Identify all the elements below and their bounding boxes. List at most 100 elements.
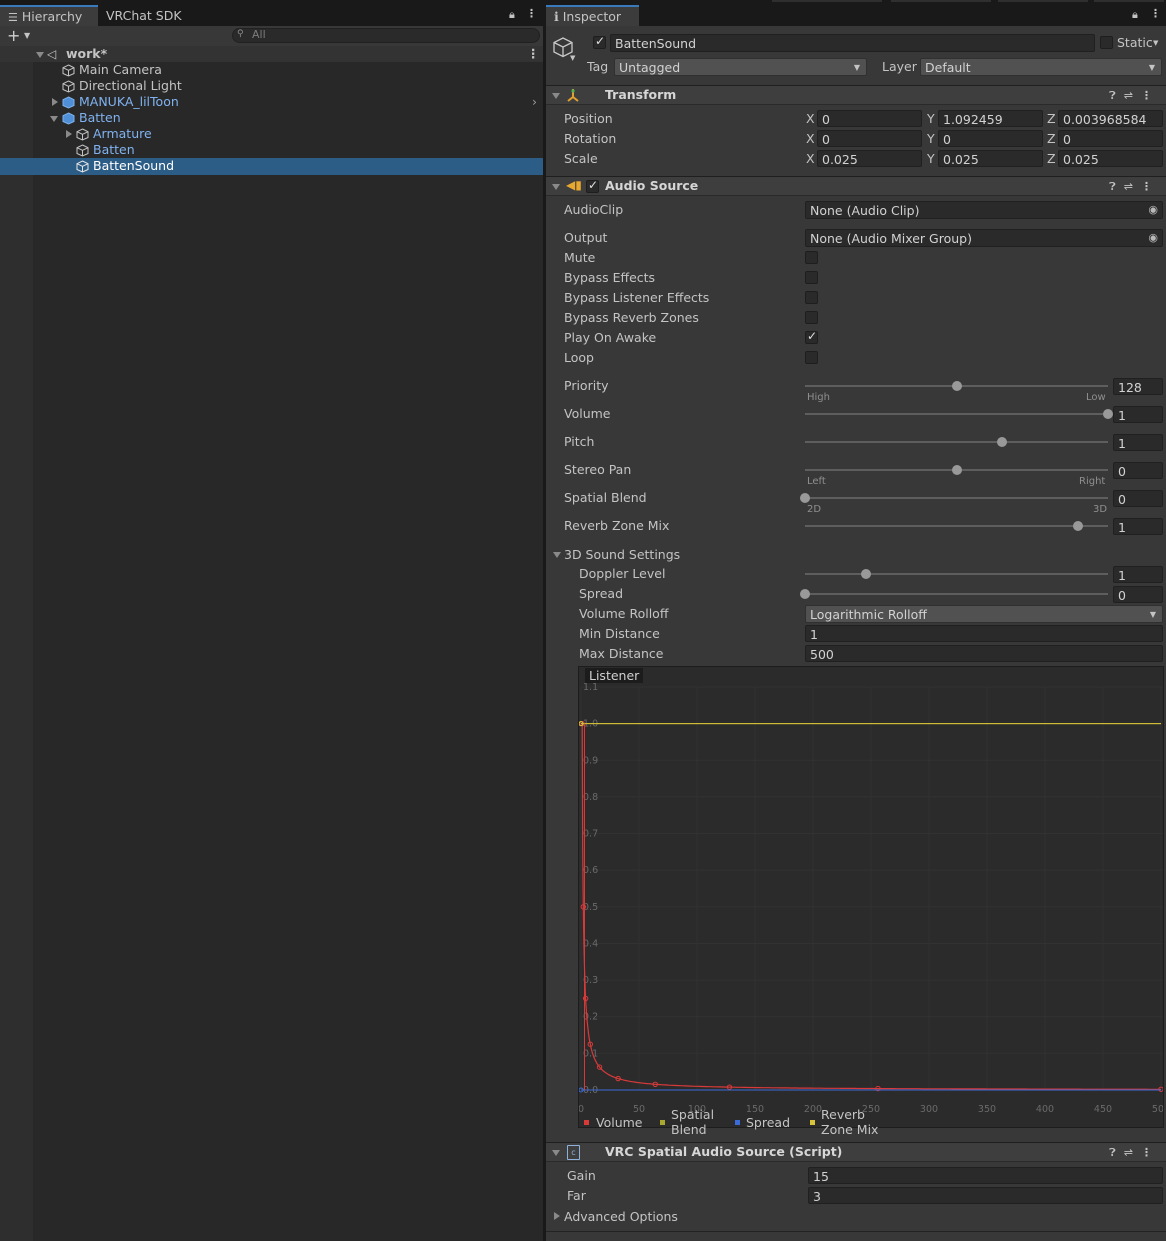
axis-z: Z [1047,131,1056,146]
foldout-icon[interactable] [553,552,561,558]
reverb-zone-mix-slider-thumb[interactable] [1072,521,1083,531]
spread-slider-thumb[interactable] [800,589,810,599]
priority-field[interactable]: 128 [1113,378,1163,395]
bypass-reverb-checkbox[interactable] [805,311,818,324]
reverb-zone-mix-field[interactable]: 1 [1113,518,1163,535]
volume-slider-thumb[interactable] [1103,409,1113,419]
foldout-icon[interactable] [66,130,72,138]
tab-inspector[interactable]: ℹ Inspector [546,5,639,26]
sound3d-foldout[interactable]: 3D Sound Settings [550,546,850,563]
vrc-spatial-header[interactable]: c VRC Spatial Audio Source (Script) ❓︎⇌⋮ [546,1142,1166,1162]
hierarchy-item-battensound[interactable]: BattenSound [0,158,543,175]
reverb-zone-mix-slider-track[interactable] [805,525,1108,527]
hierarchy-item-manuka[interactable]: MANUKA_lilToon › [0,94,543,110]
min-distance-field[interactable]: 1 [805,625,1163,642]
rotation-z-field[interactable]: 0 [1058,130,1163,147]
priority-slider-thumb[interactable] [951,381,962,391]
position-y-field[interactable]: 1.092459 [938,110,1043,127]
add-dropdown-icon[interactable]: ▼ [24,31,30,40]
spatial-blend-slider-thumb[interactable] [800,493,810,503]
hierarchy-item-directional-light[interactable]: Directional Light [0,78,543,94]
gain-field[interactable]: 15 [808,1167,1163,1184]
play-on-awake-checkbox[interactable] [805,329,818,344]
rolloff-dropdown[interactable]: Logarithmic Rolloff ▼ [805,605,1163,623]
output-field[interactable]: None (Audio Mixer Group) ◉ [805,229,1163,247]
lock-icon[interactable]: 🔒︎ [509,8,515,22]
item-label: Armature [93,126,152,141]
hierarchy-item-main-camera[interactable]: Main Camera [0,62,543,78]
loop-checkbox[interactable] [805,351,818,364]
scale-x-field[interactable]: 0.025 [817,150,922,167]
hierarchy-item-batten-prefab[interactable]: Batten [0,110,543,126]
foldout-icon[interactable] [554,1212,560,1220]
spread-slider-track[interactable] [805,593,1108,595]
object-name-field[interactable]: BattenSound [610,34,1095,52]
doppler-slider-track[interactable] [805,573,1108,575]
hierarchy-item-batten-child[interactable]: Batten [0,142,543,158]
foldout-icon[interactable] [552,93,560,99]
foldout-icon[interactable] [552,1150,560,1156]
spatial-blend-field[interactable]: 0 [1113,490,1163,507]
add-icon[interactable]: + [7,26,20,45]
bypass-listener-checkbox[interactable] [805,291,818,304]
far-field[interactable]: 3 [808,1187,1163,1204]
doppler-field[interactable]: 1 [1113,566,1163,583]
scale-z-field[interactable]: 0.025 [1058,150,1163,167]
spread-field[interactable]: 0 [1113,586,1163,603]
inspector-lock-icon[interactable]: 🔒︎ [1132,8,1138,22]
volume-field[interactable]: 1 [1113,406,1163,423]
advanced-options-foldout[interactable]: Advanced Options [550,1208,850,1225]
doppler-slider-thumb[interactable] [860,569,871,579]
rolloff-graph[interactable]: 0501001502002503003504004505000.00.10.20… [578,666,1164,1128]
stereo-pan-field[interactable]: 0 [1113,462,1163,479]
spatial-blend-slider-track[interactable] [805,497,1108,499]
transform-header[interactable]: Transform ❓︎⇌⋮ [546,85,1166,105]
audio-source-enabled-toggle[interactable] [586,178,599,193]
preset-icon[interactable]: ⇌ [1124,1146,1141,1159]
position-z-field[interactable]: 0.003968584 [1058,110,1163,127]
max-distance-field[interactable]: 500 [805,645,1163,662]
active-toggle[interactable] [593,34,606,49]
component-menu-icon[interactable]: ⋮ [1141,89,1160,102]
foldout-icon[interactable] [52,98,58,106]
foldout-icon[interactable] [50,116,58,122]
mute-checkbox[interactable] [805,251,818,264]
foldout-icon[interactable] [552,184,560,190]
scene-menu-icon[interactable]: ⋮ [527,46,540,62]
position-x-field[interactable]: 0 [817,110,922,127]
pitch-slider-track[interactable] [805,441,1108,443]
audio-source-header[interactable]: ◀▮ Audio Source ❓︎⇌⋮ [546,176,1166,196]
object-picker-icon[interactable]: ◉ [1148,230,1158,246]
component-menu-icon[interactable]: ⋮ [1141,1146,1160,1159]
tag-dropdown[interactable]: Untagged ▼ [614,58,867,76]
help-icon[interactable]: ❓︎ [1109,1146,1124,1159]
static-dropdown-icon[interactable]: ▼ [1153,39,1158,47]
component-menu-icon[interactable]: ⋮ [1141,180,1160,193]
icon-dropdown-icon[interactable]: ▼ [570,54,575,62]
help-icon[interactable]: ❓︎ [1109,180,1124,193]
object-picker-icon[interactable]: ◉ [1148,202,1158,218]
preset-icon[interactable]: ⇌ [1124,89,1141,102]
static-toggle[interactable] [1100,36,1113,49]
rotation-x-field[interactable]: 0 [817,130,922,147]
tab-hierarchy[interactable]: ☰ Hierarchy [0,5,98,26]
help-icon[interactable]: ❓︎ [1109,89,1124,102]
foldout-icon[interactable] [36,52,44,58]
search-input[interactable]: ⚲ All [232,28,540,43]
pitch-field[interactable]: 1 [1113,434,1163,451]
scale-y-field[interactable]: 0.025 [938,150,1043,167]
pitch-slider-thumb[interactable] [996,437,1007,447]
scene-row[interactable]: ◁ work* ⋮ [0,46,543,62]
preset-icon[interactable]: ⇌ [1124,180,1141,193]
audioclip-field[interactable]: None (Audio Clip) ◉ [805,201,1163,219]
tab-vrchat-sdk[interactable]: VRChat SDK [98,5,190,26]
layer-dropdown[interactable]: Default ▼ [920,58,1162,76]
bypass-effects-checkbox[interactable] [805,271,818,284]
rotation-y-field[interactable]: 0 [938,130,1043,147]
volume-slider-track[interactable] [805,413,1108,415]
stereo-pan-slider-thumb[interactable] [951,465,962,475]
more-icon[interactable]: ⋮ [526,7,537,20]
chevron-right-icon[interactable]: › [532,94,537,110]
inspector-more-icon[interactable]: ⋮ [1150,7,1161,20]
hierarchy-item-armature[interactable]: Armature [0,126,543,142]
